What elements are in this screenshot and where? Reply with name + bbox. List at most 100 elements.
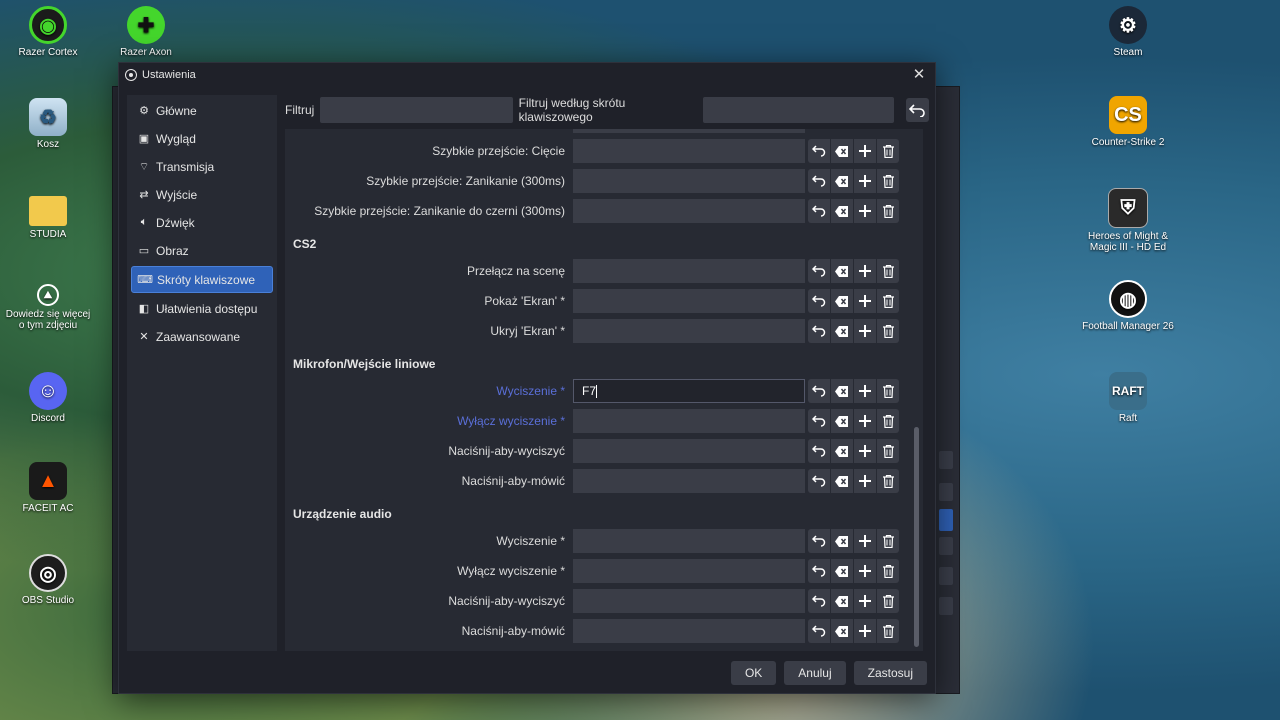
- desktop-icon-discord[interactable]: ☺ Discord: [6, 372, 90, 424]
- clear-button[interactable]: [831, 139, 853, 163]
- clear-button[interactable]: [831, 319, 853, 343]
- sidebar-item-appearance[interactable]: ▣ Wygląd: [131, 126, 273, 151]
- hotkey-input[interactable]: [573, 409, 805, 433]
- hotkey-input[interactable]: F7: [573, 379, 805, 403]
- filter-input[interactable]: [320, 97, 513, 123]
- desktop-icon-football-manager[interactable]: ◍ Football Manager 26: [1080, 280, 1176, 332]
- clear-button[interactable]: [831, 529, 853, 553]
- hotkey-input[interactable]: [573, 199, 805, 223]
- clear-button[interactable]: [831, 289, 853, 313]
- add-button[interactable]: [854, 319, 876, 343]
- revert-button[interactable]: [808, 379, 830, 403]
- clear-button[interactable]: [831, 199, 853, 223]
- sidebar-item-accessibility[interactable]: ◧ Ułatwienia dostępu: [131, 296, 273, 321]
- revert-button[interactable]: [808, 559, 830, 583]
- trash-button[interactable]: [877, 139, 899, 163]
- desktop-icon-faceit[interactable]: ▲ FACEIT AC: [6, 462, 90, 514]
- sidebar-item-video[interactable]: ▭ Obraz: [131, 238, 273, 263]
- hotkey-input[interactable]: [573, 259, 805, 283]
- trash-button[interactable]: [877, 379, 899, 403]
- cancel-button[interactable]: Anuluj: [784, 661, 846, 685]
- sidebar-item-hotkeys[interactable]: ⌨ Skróty klawiszowe: [131, 266, 273, 293]
- add-button[interactable]: [854, 169, 876, 193]
- desktop-icon-raft[interactable]: RAFT Raft: [1086, 372, 1170, 424]
- hotkey-input[interactable]: [573, 589, 805, 613]
- desktop-icon-folder[interactable]: STUDIA: [6, 190, 90, 240]
- hotkey-input[interactable]: [573, 129, 805, 133]
- hotkey-input[interactable]: [573, 529, 805, 553]
- ok-button[interactable]: OK: [730, 661, 777, 685]
- add-button[interactable]: [854, 409, 876, 433]
- hotkey-input[interactable]: [573, 169, 805, 193]
- add-button[interactable]: [854, 139, 876, 163]
- revert-button[interactable]: [808, 139, 830, 163]
- trash-button[interactable]: [877, 319, 899, 343]
- desktop-icon-camera-info[interactable]: ⛰ Dowiedz się więcej o tym zdjęciu: [4, 284, 92, 331]
- add-button[interactable]: [854, 589, 876, 613]
- revert-button[interactable]: [808, 439, 830, 463]
- scrollbar[interactable]: [914, 135, 919, 647]
- hotkey-input[interactable]: [573, 289, 805, 313]
- clear-button[interactable]: [831, 409, 853, 433]
- desktop-icon-razer-cortex[interactable]: ◉ Razer Cortex: [6, 6, 90, 58]
- add-button[interactable]: [854, 379, 876, 403]
- reset-filter-button[interactable]: [905, 98, 929, 122]
- add-button[interactable]: [854, 619, 876, 643]
- add-button[interactable]: [854, 259, 876, 283]
- revert-button[interactable]: [808, 289, 830, 313]
- hotkey-filter-input[interactable]: [703, 97, 894, 123]
- revert-button[interactable]: [808, 409, 830, 433]
- sidebar-item-output[interactable]: ⇄ Wyjście: [131, 182, 273, 207]
- scrollbar-thumb[interactable]: [914, 427, 919, 647]
- clear-button[interactable]: [831, 619, 853, 643]
- clear-button[interactable]: [831, 169, 853, 193]
- add-button[interactable]: [854, 289, 876, 313]
- revert-button[interactable]: [808, 319, 830, 343]
- sidebar-item-audio[interactable]: 🔈︎ Dźwięk: [131, 210, 273, 235]
- trash-button[interactable]: [877, 559, 899, 583]
- sidebar-item-advanced[interactable]: ✕ Zaawansowane: [131, 324, 273, 349]
- sidebar-item-general[interactable]: ⚙ Główne: [131, 98, 273, 123]
- clear-button[interactable]: [831, 589, 853, 613]
- trash-button[interactable]: [877, 199, 899, 223]
- desktop-icon-obs[interactable]: ◎ OBS Studio: [6, 554, 90, 606]
- trash-button[interactable]: [877, 619, 899, 643]
- trash-button[interactable]: [877, 529, 899, 553]
- hotkey-input[interactable]: [573, 319, 805, 343]
- trash-button[interactable]: [877, 409, 899, 433]
- desktop-icon-razer-axon[interactable]: ✚ Razer Axon: [104, 6, 188, 58]
- add-button[interactable]: [854, 559, 876, 583]
- desktop-icon-heroes[interactable]: ⛨ Heroes of Might & Magic III - HD Ed: [1080, 188, 1176, 253]
- trash-button[interactable]: [877, 469, 899, 493]
- revert-button[interactable]: [808, 589, 830, 613]
- add-button[interactable]: [854, 469, 876, 493]
- add-button[interactable]: [854, 199, 876, 223]
- revert-button[interactable]: [808, 619, 830, 643]
- hotkey-input[interactable]: [573, 439, 805, 463]
- trash-button[interactable]: [877, 589, 899, 613]
- clear-button[interactable]: [831, 379, 853, 403]
- hotkey-input[interactable]: [573, 139, 805, 163]
- revert-button[interactable]: [808, 469, 830, 493]
- revert-button[interactable]: [808, 169, 830, 193]
- desktop-icon-recycle-bin[interactable]: ♻ Kosz: [6, 98, 90, 150]
- clear-button[interactable]: [831, 259, 853, 283]
- trash-button[interactable]: [877, 289, 899, 313]
- revert-button[interactable]: [808, 199, 830, 223]
- trash-button[interactable]: [877, 439, 899, 463]
- desktop-icon-steam[interactable]: ⚙ Steam: [1086, 6, 1170, 58]
- trash-button[interactable]: [877, 259, 899, 283]
- add-button[interactable]: [854, 439, 876, 463]
- clear-button[interactable]: [831, 469, 853, 493]
- hotkey-input[interactable]: [573, 469, 805, 493]
- trash-button[interactable]: [877, 169, 899, 193]
- close-icon[interactable]: ✕: [911, 67, 927, 83]
- sidebar-item-stream[interactable]: ⌔ Transmisja: [131, 154, 273, 179]
- desktop-icon-cs2[interactable]: CS Counter-Strike 2: [1086, 96, 1170, 148]
- apply-button[interactable]: Zastosuj: [853, 661, 927, 685]
- clear-button[interactable]: [831, 559, 853, 583]
- revert-button[interactable]: [808, 259, 830, 283]
- revert-button[interactable]: [808, 529, 830, 553]
- hotkey-input[interactable]: [573, 619, 805, 643]
- hotkey-input[interactable]: [573, 559, 805, 583]
